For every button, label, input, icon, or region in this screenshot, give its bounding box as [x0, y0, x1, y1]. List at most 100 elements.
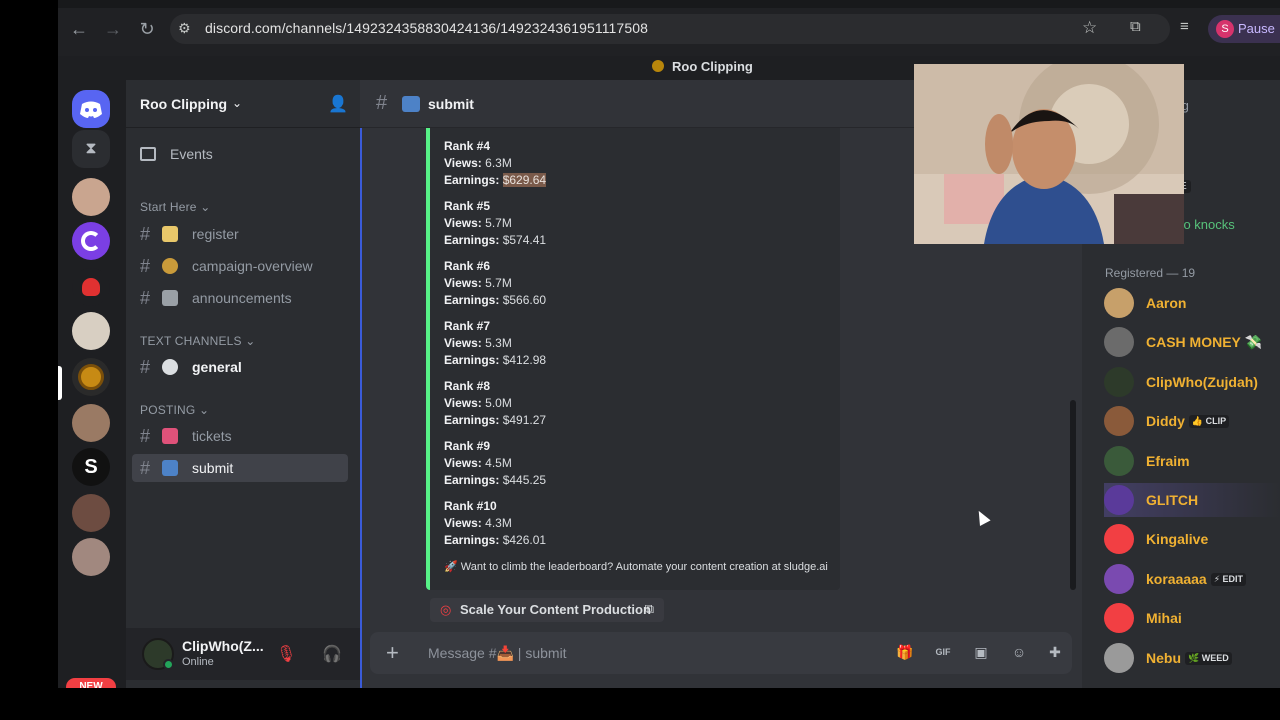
hash-icon: #: [140, 288, 151, 308]
registered-header: Registered — 19: [1105, 266, 1196, 280]
channel-campaign-overview[interactable]: # campaign-overview: [132, 252, 348, 280]
earnings-value: $574.41: [502, 233, 547, 247]
channel-general[interactable]: # general: [132, 353, 348, 381]
earnings-label: Earnings:: [444, 293, 500, 307]
direct-messages-button[interactable]: [72, 90, 110, 128]
bookmark-star-icon[interactable]: ☆: [1082, 18, 1097, 38]
member-item[interactable]: Diddy 👍 CLIP: [1104, 404, 1280, 438]
member-name: GLITCH: [1146, 492, 1199, 508]
channel-label: submit: [192, 460, 234, 476]
category-label: POSTING: [140, 403, 196, 417]
channel-title: submit: [428, 96, 474, 112]
views-value: 5.7M: [485, 216, 512, 230]
inbox-tray-emoji-icon: [162, 460, 178, 476]
server-avatar-7[interactable]: S: [72, 448, 110, 486]
server-avatar-6[interactable]: [72, 404, 110, 442]
member-item[interactable]: koraaaaa ⚡ EDIT: [1104, 562, 1280, 596]
site-settings-icon[interactable]: ⚙: [178, 20, 191, 37]
inbox-tray-emoji-icon: [402, 96, 420, 112]
message-composer[interactable]: + Message #📥 | submit 🎁 GIF ▣ ☺ ✚: [370, 632, 1072, 674]
channel-register[interactable]: # register: [132, 220, 348, 248]
tab-strip: [58, 0, 1280, 8]
member-item[interactable]: ClipWho(Zujdah): [1104, 365, 1280, 399]
earnings-value: $491.27: [502, 413, 547, 427]
channel-label: announcements: [192, 290, 292, 306]
scrollbar-thumb[interactable]: [1070, 400, 1076, 590]
media-controls-icon[interactable]: ≡: [1180, 18, 1189, 35]
user-avatar[interactable]: [142, 638, 174, 670]
server-avatar-3[interactable]: [72, 268, 110, 306]
target-icon: ◎: [440, 602, 452, 617]
events-item[interactable]: Events: [140, 146, 213, 162]
server-avatar-8[interactable]: [72, 494, 110, 532]
channel-submit[interactable]: # submit: [132, 454, 348, 482]
rank-entry: Rank #4 Views: 6.3M Earnings: $629.64: [444, 138, 547, 189]
channel-announcements[interactable]: # announcements: [132, 284, 348, 312]
channel-label: campaign-overview: [192, 258, 313, 274]
gift-icon[interactable]: 🎁: [896, 643, 914, 661]
profile-button[interactable]: S Pause: [1208, 15, 1280, 43]
member-item[interactable]: Efraim: [1104, 444, 1280, 478]
hash-icon: #: [376, 92, 388, 114]
member-name: Kingalive: [1146, 531, 1209, 548]
member-item[interactable]: CASH MONEY 💸: [1104, 325, 1280, 359]
member-role-tag: ⚡ EDIT: [1210, 572, 1247, 586]
earnings-value: $445.25: [502, 473, 547, 487]
active-server-pill: [58, 366, 62, 400]
scale-content-button[interactable]: ◎ Scale Your Content Production ⧉: [430, 598, 664, 622]
member-avatar: [1104, 603, 1134, 634]
forward-icon[interactable]: →: [102, 18, 124, 40]
reload-icon[interactable]: ↻: [136, 18, 158, 40]
member-avatar: [1104, 445, 1134, 476]
rank-title: Rank #7: [444, 319, 491, 333]
views-value: 5.0M: [485, 396, 512, 410]
member-item[interactable]: GLITCH: [1104, 483, 1280, 517]
hash-icon: #: [140, 357, 151, 377]
rank-entry: Rank #6 Views: 5.7M Earnings: $566.60: [444, 258, 546, 309]
speech-bubble-emoji-icon: [162, 359, 178, 375]
url-text[interactable]: discord.com/channels/1492324358830424136…: [205, 20, 648, 36]
member-avatar: [1104, 524, 1134, 555]
server-avatar-4[interactable]: [72, 312, 110, 350]
sticker-icon[interactable]: ▣: [972, 643, 990, 661]
earnings-label: Earnings:: [444, 473, 500, 487]
member-item[interactable]: Nebu 🌿 WEED: [1104, 641, 1280, 675]
emoji-icon[interactable]: ☺: [1010, 643, 1028, 661]
earnings-value: $426.01: [502, 533, 547, 547]
server-header[interactable]: Roo Clipping ⌄ 👤: [126, 80, 360, 128]
rank-entry: Rank #5 Views: 5.7M Earnings: $574.41: [444, 198, 546, 249]
composer-placeholder[interactable]: Message #📥 | submit: [428, 645, 567, 662]
channel-tickets[interactable]: # tickets: [132, 422, 348, 450]
server-avatar-1[interactable]: [72, 178, 110, 216]
member-avatar: [1104, 642, 1134, 673]
attach-plus-icon[interactable]: +: [386, 640, 399, 666]
member-avatar: [1104, 327, 1134, 358]
earnings-label: Earnings:: [444, 353, 500, 367]
category-text-channels[interactable]: TEXT CHANNELS ⌄: [140, 334, 256, 348]
apps-icon[interactable]: ✚: [1046, 643, 1064, 661]
hourglass-icon[interactable]: ⧗: [72, 130, 110, 168]
category-start-here[interactable]: Start Here ⌄: [140, 200, 210, 214]
browser-toolbar: ← → ↻ ⚙ discord.com/channels/14923243588…: [58, 0, 1280, 56]
headphones-icon[interactable]: 🎧: [322, 644, 342, 664]
mute-microphone-icon[interactable]: 🎙: [276, 644, 296, 664]
category-posting[interactable]: POSTING ⌄: [140, 403, 209, 417]
invite-people-icon[interactable]: 👤: [328, 94, 348, 114]
letterbox-left: [0, 0, 58, 720]
rank-entry: Rank #7 Views: 5.3M Earnings: $412.98: [444, 318, 546, 369]
server-avatar-2[interactable]: [72, 222, 110, 260]
member-item[interactable]: Mihai: [1104, 601, 1280, 635]
new-badge[interactable]: NEW: [66, 678, 116, 688]
user-name[interactable]: ClipWho(Z...: [182, 638, 264, 654]
rank-title: Rank #9: [444, 439, 491, 453]
extensions-icon[interactable]: ⧉: [1130, 18, 1141, 35]
member-item[interactable]: Kingalive: [1104, 522, 1280, 556]
back-icon[interactable]: ←: [68, 18, 90, 40]
hash-icon: #: [140, 426, 151, 446]
member-item[interactable]: Aaron: [1104, 286, 1280, 320]
server-avatar-9[interactable]: [72, 538, 110, 576]
gif-icon[interactable]: GIF: [934, 643, 952, 661]
earnings-label: Earnings:: [444, 533, 500, 547]
rank-entry: Rank #8 Views: 5.0M Earnings: $491.27: [444, 378, 546, 429]
server-avatar-roo-clipping[interactable]: [72, 358, 110, 396]
